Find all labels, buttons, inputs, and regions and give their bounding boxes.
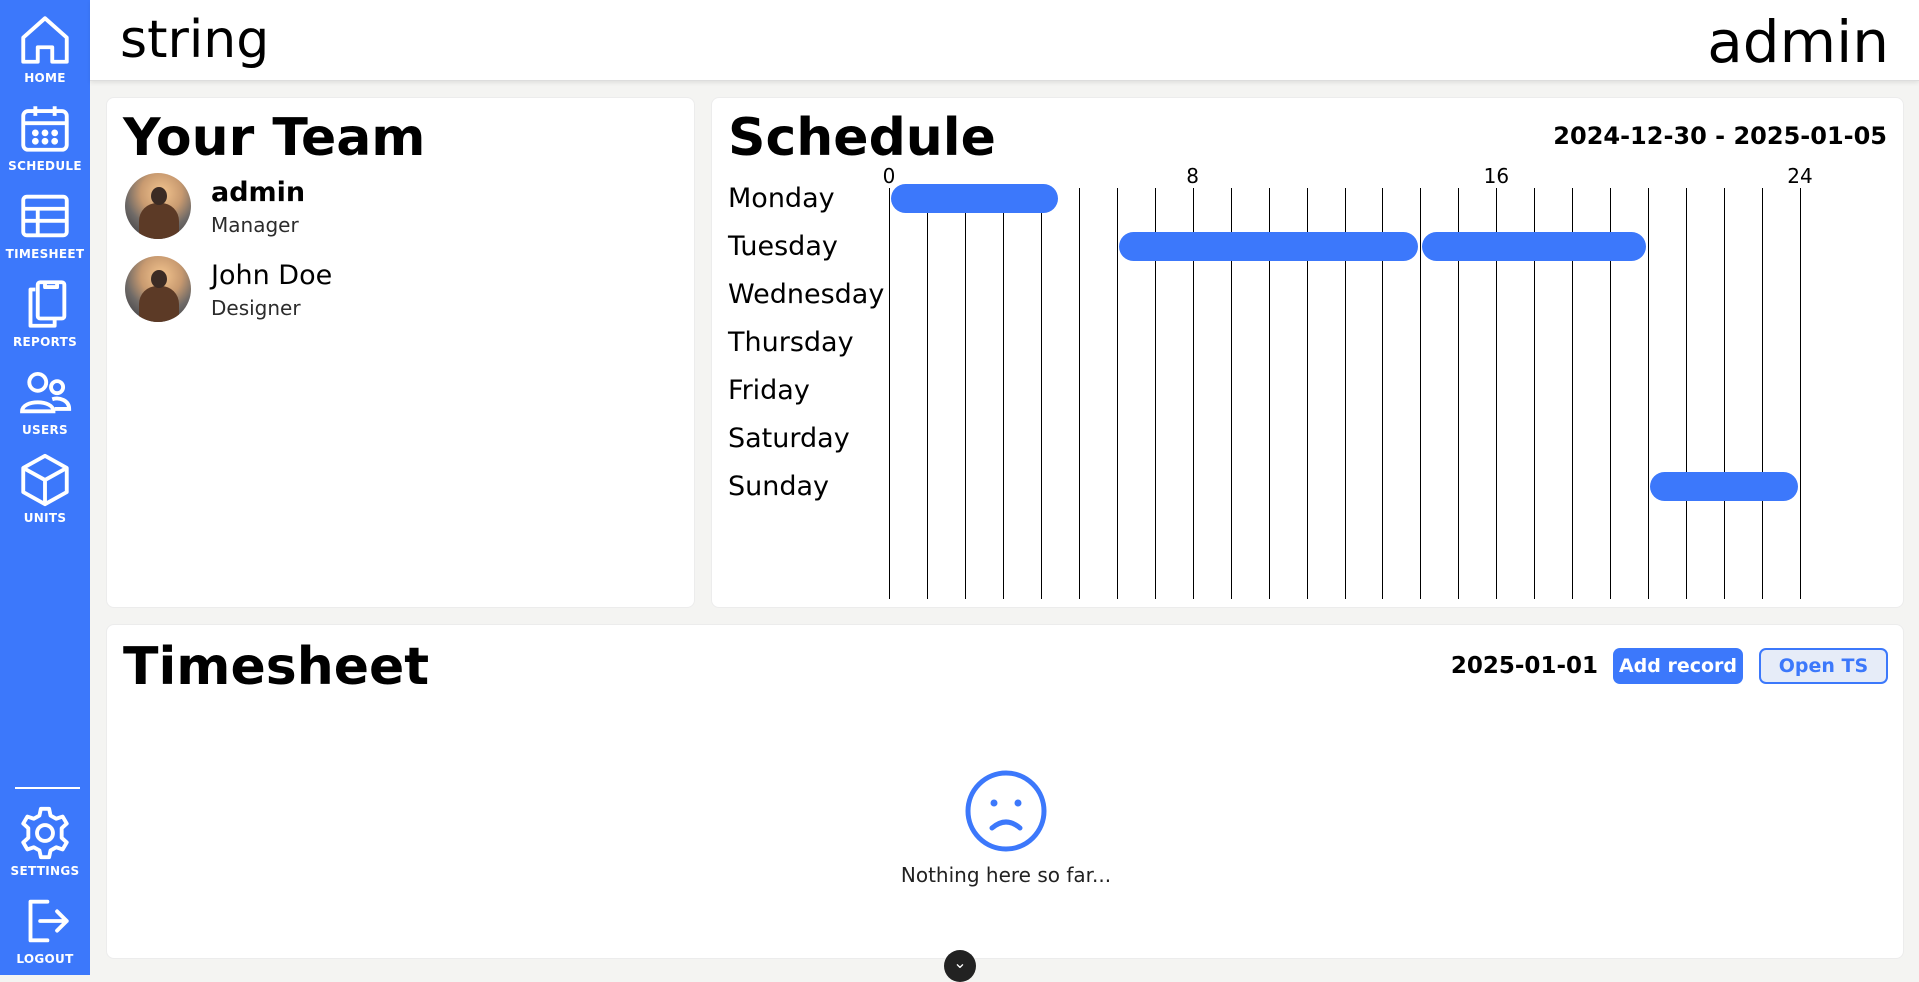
nav-timesheet[interactable]: TIMESHEET [0, 176, 90, 264]
nav-settings[interactable]: SETTINGS [0, 793, 90, 881]
calendar-icon [21, 106, 69, 152]
table-icon [21, 194, 69, 238]
home-icon [21, 16, 69, 64]
hour-tick-label: 24 [1787, 164, 1813, 188]
team-title: Your Team [123, 108, 426, 168]
gear-icon [21, 806, 69, 860]
current-user[interactable]: admin [1707, 8, 1889, 76]
hour-gridline [1724, 188, 1726, 599]
nav-reports[interactable]: REPORTS [0, 264, 90, 352]
timesheet-title: Timesheet [123, 637, 430, 697]
hour-tick-label: 0 [882, 164, 896, 188]
top-bar: string admin [90, 0, 1919, 81]
nav-logout-label: LOGOUT [16, 952, 74, 966]
nav-logout[interactable]: LOGOUT [0, 881, 90, 969]
hour-gridline [889, 188, 890, 599]
schedule-card: Schedule 2024-12-30 - 2025-01-05 Monday T… [711, 97, 1904, 608]
hour-gridline [1686, 188, 1688, 599]
hour-gridline [1762, 188, 1764, 599]
nav-units[interactable]: UNITS [0, 440, 90, 528]
day-label: Tuesday [728, 231, 838, 262]
member-role: Manager [211, 213, 299, 237]
users-icon [20, 371, 72, 414]
day-label: Wednesday [728, 279, 885, 310]
nav-schedule-label: SCHEDULE [8, 159, 82, 173]
sidebar-divider [15, 787, 80, 789]
shift-bar[interactable] [1650, 472, 1798, 501]
clipboard-icon [28, 280, 67, 328]
nav-home[interactable]: HOME [0, 0, 90, 88]
chevron-down-icon: ⌄ [953, 953, 967, 972]
team-member[interactable]: admin Manager [125, 173, 625, 243]
hour-gridline [1002, 188, 1004, 599]
cube-icon [21, 453, 69, 507]
page-title: string [120, 10, 270, 70]
schedule-title: Schedule [728, 108, 996, 168]
schedule-date-range: 2024-12-30 - 2025-01-05 [1553, 122, 1887, 150]
nav-users[interactable]: USERS [0, 352, 90, 440]
team-card: Your Team admin Manager John Doe Designe… [106, 97, 695, 608]
member-name: John Doe [211, 260, 333, 291]
hour-gridline [1078, 188, 1080, 599]
add-record-button[interactable]: Add record [1613, 648, 1743, 684]
hour-gridline [926, 188, 928, 599]
nav-settings-label: SETTINGS [10, 864, 80, 878]
nav-reports-label: REPORTS [12, 335, 78, 349]
day-label: Sunday [728, 471, 830, 502]
hour-gridline [1420, 188, 1422, 599]
logout-icon [28, 899, 69, 943]
sad-face-icon [965, 770, 1047, 852]
nav-timesheet-label: TIMESHEET [5, 247, 85, 261]
hour-gridline [964, 188, 966, 599]
nav-home-label: HOME [24, 71, 66, 85]
shift-bar[interactable] [1118, 232, 1419, 261]
nav-schedule[interactable]: SCHEDULE [0, 88, 90, 176]
nav-users-label: USERS [22, 423, 68, 437]
nav-units-label: UNITS [23, 511, 67, 525]
hour-tick-label: 8 [1186, 164, 1200, 188]
scroll-down-button[interactable]: ⌄ [944, 950, 976, 982]
day-label: Thursday [728, 327, 854, 358]
day-label: Friday [728, 375, 810, 406]
member-name: admin [211, 177, 306, 208]
day-label: Monday [728, 183, 835, 214]
shift-bar[interactable] [1422, 232, 1647, 261]
shift-bar[interactable] [891, 184, 1058, 213]
avatar [125, 256, 191, 322]
empty-state-text: Nothing here so far... [900, 863, 1112, 887]
team-member[interactable]: John Doe Designer [125, 256, 625, 326]
hour-gridline [1648, 188, 1650, 599]
hour-gridline [1116, 188, 1118, 599]
timesheet-date[interactable]: 2025-01-01 [1451, 653, 1598, 679]
timesheet-card: Timesheet 2025-01-01 Add record Open TS … [106, 624, 1904, 959]
avatar [125, 173, 191, 239]
hour-tick-label: 16 [1483, 164, 1510, 188]
day-label: Saturday [728, 423, 850, 454]
member-role: Designer [211, 296, 301, 320]
hour-gridline [1800, 188, 1801, 599]
hour-gridline [1040, 188, 1042, 599]
open-ts-button[interactable]: Open TS [1759, 648, 1888, 684]
sidebar: HOME SCHEDULE TIMESHEET REPORTS USERS UN… [0, 0, 90, 975]
